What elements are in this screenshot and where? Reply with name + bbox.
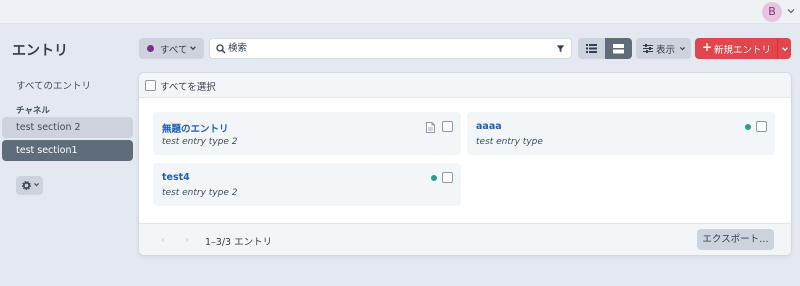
entry-card[interactable]: aaaa test entry type xyxy=(467,112,775,155)
status-filter-label: すべて xyxy=(160,45,188,56)
sliders-icon xyxy=(643,44,653,53)
pagination-info: 1–3/3 エントリ xyxy=(205,237,273,248)
pagination-next-button[interactable]: › xyxy=(185,235,189,246)
entry-checkbox[interactable] xyxy=(756,121,767,132)
sidebar-heading-channels: チャネル xyxy=(16,106,50,116)
view-mode-structure-button[interactable] xyxy=(605,38,632,59)
entry-card[interactable]: test4 test entry type 2 xyxy=(153,163,461,206)
entry-card[interactable]: 無題のエントリ test entry type 2 xyxy=(153,112,461,155)
status-filter-button[interactable]: すべて xyxy=(139,38,204,59)
search-icon xyxy=(216,44,226,54)
entry-type: test entry type xyxy=(476,137,543,147)
top-bar: B xyxy=(0,0,800,24)
chevron-down-icon xyxy=(34,183,39,187)
select-all-checkbox[interactable] xyxy=(145,80,156,91)
chevron-down-icon[interactable] xyxy=(786,6,796,16)
pagination-prev-button[interactable]: ‹ xyxy=(161,235,165,246)
entries-panel-footer: ‹ › 1–3/3 エントリ エクスポート… xyxy=(139,223,791,255)
document-icon xyxy=(426,122,435,133)
sidebar-item-test-section1[interactable]: test section1 xyxy=(2,140,133,161)
user-avatar[interactable]: B xyxy=(762,2,782,22)
entry-title[interactable]: aaaa xyxy=(476,121,502,132)
search-input[interactable] xyxy=(228,41,548,56)
plus-icon: + xyxy=(702,40,713,54)
entries-panel-header: すべてを選択 xyxy=(139,73,791,98)
new-entry-button[interactable]: + 新規エントリ xyxy=(695,38,777,59)
card-view-icon xyxy=(613,44,624,54)
sidebar-item-test-section-2[interactable]: test section 2 xyxy=(2,117,133,138)
status-live-indicator xyxy=(745,124,751,130)
search-field[interactable] xyxy=(209,38,572,59)
entries-panel: すべてを選択 無題のエントリ test entry type 2 aaaa te… xyxy=(139,73,791,255)
display-settings-label: 表示 xyxy=(656,45,676,56)
sidebar-settings-button[interactable] xyxy=(16,176,43,195)
new-entry-menu-button[interactable] xyxy=(777,38,791,59)
export-button[interactable]: エクスポート… xyxy=(697,229,774,250)
entry-type: test entry type 2 xyxy=(162,188,238,198)
entry-title[interactable]: 無題のエントリ xyxy=(162,121,229,135)
view-mode-list-button[interactable] xyxy=(578,38,605,59)
new-entry-label: 新規エントリ xyxy=(714,45,772,56)
entry-title[interactable]: test4 xyxy=(162,172,190,183)
entry-checkbox[interactable] xyxy=(442,121,453,132)
status-live-indicator xyxy=(431,175,437,181)
display-settings-button[interactable]: 表示 xyxy=(636,38,691,59)
list-icon xyxy=(586,44,597,53)
gear-icon xyxy=(22,181,31,190)
status-dot-icon xyxy=(147,45,154,52)
chevron-down-icon xyxy=(782,47,788,52)
page-title: エントリ xyxy=(12,43,68,59)
filter-icon[interactable] xyxy=(556,44,565,53)
entry-type: test entry type 2 xyxy=(162,137,238,147)
entry-checkbox[interactable] xyxy=(442,172,453,183)
chevron-down-icon xyxy=(680,47,685,51)
sidebar-item-all-entries[interactable]: すべてのエントリ xyxy=(16,78,91,92)
select-all-label[interactable]: すべてを選択 xyxy=(160,79,216,93)
chevron-down-icon xyxy=(190,46,196,51)
